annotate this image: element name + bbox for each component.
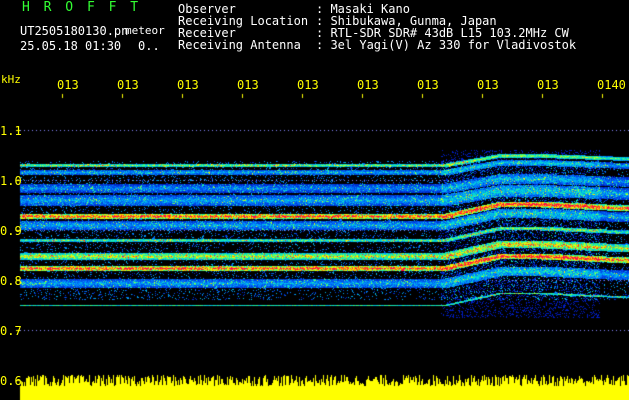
datetime: 25.05.18 01:30 bbox=[20, 39, 122, 53]
time-tick-label: 013 bbox=[117, 78, 139, 92]
time-tick-label: 013 bbox=[57, 78, 79, 92]
info-row-antenna: Receiving Antenna : 3el Yagi(V) Az 330 fo… bbox=[178, 39, 576, 51]
time-tick-label: 013 bbox=[537, 78, 559, 92]
time-tick-label: 013 bbox=[357, 78, 379, 92]
freq-tick-label: 0.6 bbox=[0, 374, 22, 388]
freq-tick-label: 0.9 bbox=[0, 224, 22, 238]
freq-tick-label: 1.0 bbox=[0, 174, 22, 188]
info-value: : 3el Yagi(V) Az 330 for Vladivostok bbox=[316, 38, 577, 52]
page-indicator: 0.. bbox=[138, 39, 160, 53]
time-tick-label: 013 bbox=[477, 78, 499, 92]
freq-tick-label: 1.1 bbox=[0, 124, 22, 138]
filename: UT2505180130.pn bbox=[20, 24, 129, 38]
time-tick-label: 013 bbox=[417, 78, 439, 92]
info-panel: Observer: Masaki Kano Receiving Location… bbox=[178, 3, 576, 51]
meteor-label: meteor bbox=[125, 24, 165, 37]
time-tick-label: 013 bbox=[297, 78, 319, 92]
spectrogram-canvas bbox=[0, 0, 629, 400]
info-key: Receiving Antenna bbox=[178, 38, 301, 52]
station-name: H R O F F T bbox=[22, 0, 142, 15]
time-tick-label: 013 bbox=[237, 78, 259, 92]
time-tick-label: 013 bbox=[177, 78, 199, 92]
freq-tick-label: 0.8 bbox=[0, 274, 22, 288]
freq-tick-label: 0.7 bbox=[0, 324, 22, 338]
time-axis: 013 013 013 013 013 013 013 013 013 0140 bbox=[0, 78, 629, 94]
time-tick-label: 0140 bbox=[597, 78, 626, 92]
